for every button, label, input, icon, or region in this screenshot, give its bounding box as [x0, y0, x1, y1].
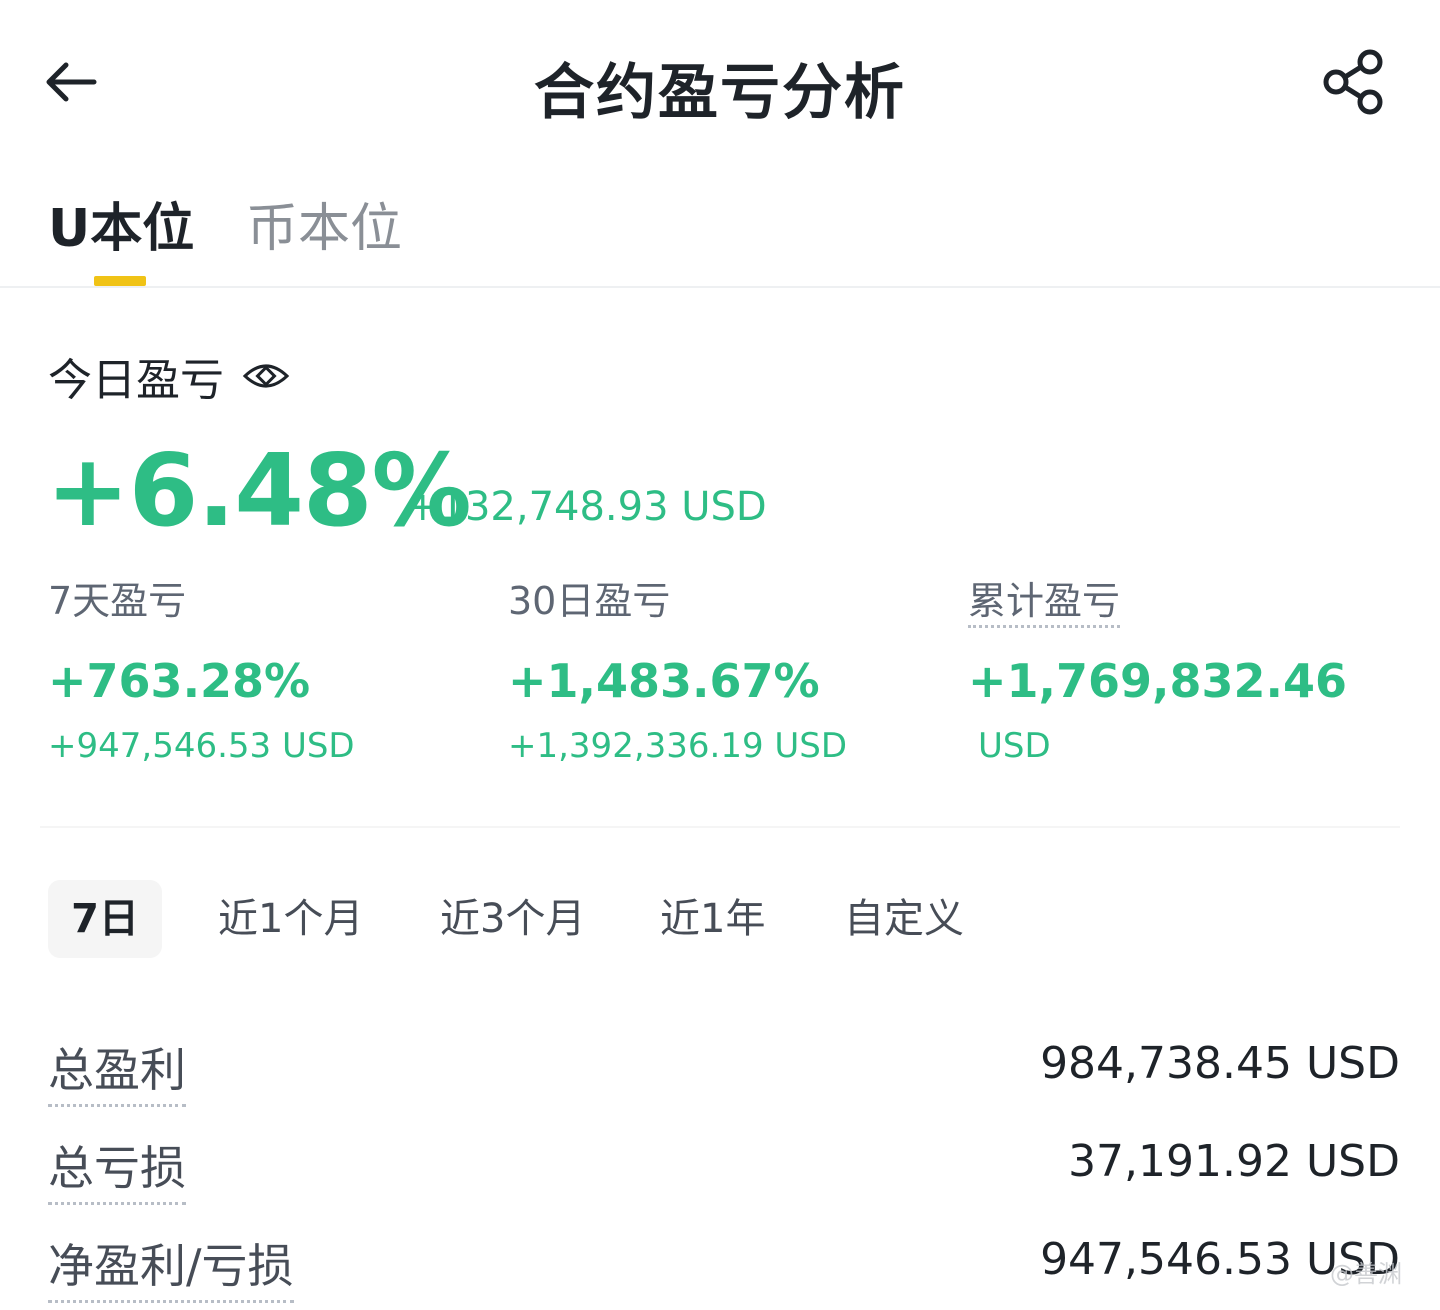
stat-7d: 7天盈亏 +763.28% +947,546.53 USD [48, 570, 355, 766]
stat-cumulative-label[interactable]: 累计盈亏 [968, 579, 1121, 628]
section-divider [40, 826, 1400, 828]
margin-type-tabs: U本位 币本位 [0, 180, 1440, 288]
summary-row-net-pnl: 净盈利/亏损 947,546.53 USD [48, 1230, 1400, 1310]
top-bar: 合约盈亏分析 [0, 0, 1440, 160]
total-loss-value: 37,191.92 USD [1068, 1136, 1400, 1187]
stat-30d-label: 30日盈亏 [508, 579, 671, 623]
stat-30d: 30日盈亏 +1,483.67% +1,392,336.19 USD [508, 570, 847, 766]
stat-30d-percent: +1,483.67% [508, 654, 820, 708]
stat-cumulative: 累计盈亏 +1,769,832.46 USD [968, 570, 1347, 766]
period-1y[interactable]: 近1年 [660, 880, 765, 958]
summary-row-total-loss: 总亏损 37,191.92 USD [48, 1132, 1400, 1212]
today-pnl-label: 今日盈亏 [48, 355, 224, 406]
today-pnl-header: 今日盈亏 [48, 344, 290, 408]
tab-usdt-margined[interactable]: U本位 [48, 186, 194, 261]
period-custom[interactable]: 自定义 [844, 880, 964, 958]
summary-row-total-profit: 总盈利 984,738.45 USD [48, 1034, 1400, 1114]
share-button[interactable] [1318, 46, 1390, 118]
stat-cumulative-unit: USD [978, 726, 1051, 766]
total-profit-label[interactable]: 总盈利 [48, 1034, 186, 1107]
stat-7d-usd: +947,546.53 USD [48, 726, 355, 766]
today-pnl-usd: +132,748.93 USD [406, 484, 767, 530]
period-7d[interactable]: 7日 [48, 880, 162, 958]
tab-coin-margined[interactable]: 币本位 [246, 186, 402, 261]
watermark: @善渊 [1330, 1260, 1402, 1288]
active-tab-indicator [94, 276, 146, 286]
stat-7d-percent: +763.28% [48, 654, 311, 708]
eye-icon[interactable] [242, 358, 290, 394]
period-3m[interactable]: 近3个月 [440, 880, 585, 958]
stat-30d-usd: +1,392,336.19 USD [508, 726, 848, 766]
total-profit-value: 984,738.45 USD [1040, 1038, 1400, 1089]
share-icon [1323, 49, 1383, 115]
stat-7d-label: 7天盈亏 [48, 579, 187, 623]
stat-cumulative-value: +1,769,832.46 [968, 654, 1348, 708]
net-pnl-label[interactable]: 净盈利/亏损 [48, 1230, 294, 1303]
total-loss-label[interactable]: 总亏损 [48, 1132, 186, 1205]
period-1m[interactable]: 近1个月 [218, 880, 363, 958]
page-title: 合约盈亏分析 [534, 58, 906, 128]
